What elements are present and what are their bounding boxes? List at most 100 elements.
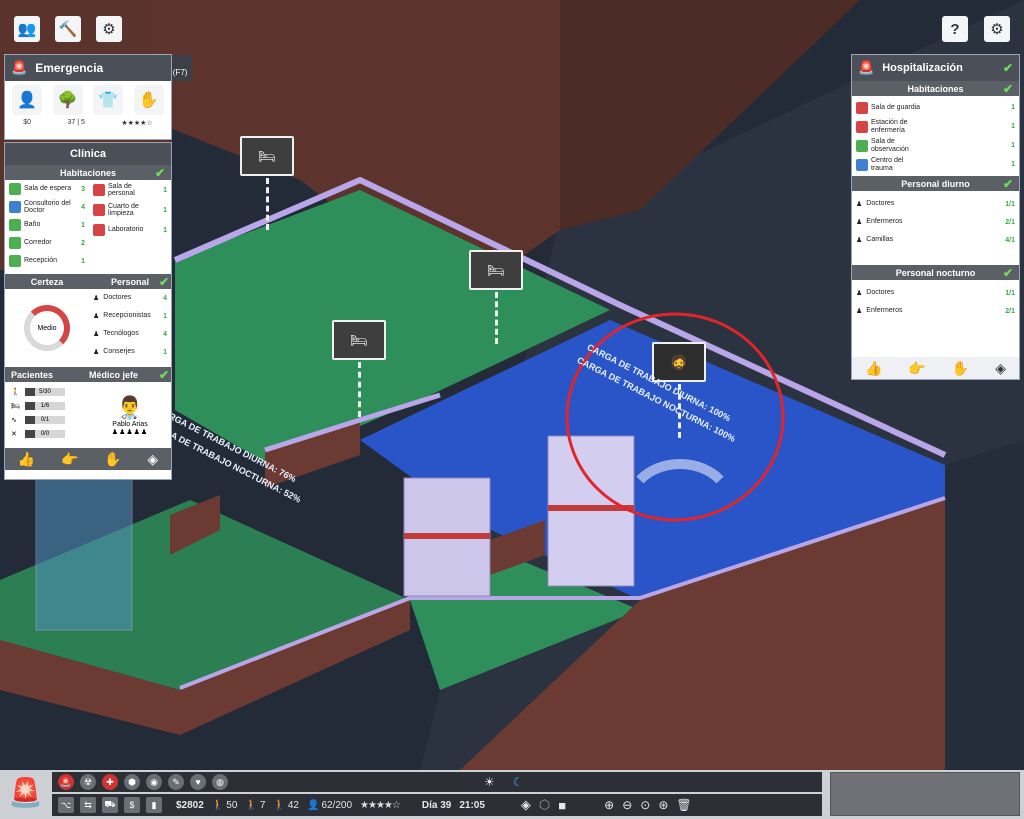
room-row[interactable]: Centro del trauma 1 <box>852 155 1019 174</box>
check-icon: ✔ <box>1002 176 1013 191</box>
minimap[interactable] <box>830 772 1020 816</box>
patient-stat-row: ✕ 0/0 <box>5 427 89 441</box>
settings-gear-icon[interactable]: ⚙ <box>984 16 1010 42</box>
room-row[interactable]: Recepción 1 <box>5 252 89 270</box>
finance-icon[interactable]: $ <box>124 797 140 813</box>
first-aid-icon[interactable]: ✚ <box>102 774 118 790</box>
day-staff-header: Personal diurno ✔ <box>852 176 1019 191</box>
item-label: Laboratorio <box>108 226 144 234</box>
item-label: Sala de observación <box>871 138 909 153</box>
item-label: Conserjes <box>103 348 135 356</box>
room-row[interactable]: Sala de personal 1 <box>89 180 171 200</box>
remove-layer-icon[interactable]: ◈ <box>147 451 158 468</box>
patient-bar: 0/0 <box>25 430 65 438</box>
zoom-in-icon[interactable]: ⊕ <box>604 798 614 812</box>
radiation-icon[interactable]: ☢ <box>80 774 96 790</box>
staff-row[interactable]: ♟ Camillas 4/1 <box>852 231 1019 249</box>
zoom-fit-icon[interactable]: ⊛ <box>658 798 668 812</box>
staff-row[interactable]: ♟ Doctores 1/1 <box>852 195 1019 213</box>
floor-layer-icon[interactable]: ◈ <box>521 797 531 813</box>
patient-transfer-icon[interactable]: ⇆ <box>80 797 96 813</box>
full-view-icon[interactable]: ■ <box>558 798 566 813</box>
uniform-icon[interactable]: 👕 <box>93 85 124 115</box>
item-count: 2 <box>81 239 85 247</box>
org-chart-icon[interactable]: ⌥ <box>58 797 74 813</box>
item-count: 1 <box>1011 123 1015 130</box>
room-row[interactable]: Corredor 2 <box>5 234 89 252</box>
help-icon[interactable]: ? <box>942 16 968 42</box>
globe-icon[interactable]: ◍ <box>212 774 228 790</box>
staff-management-icon[interactable]: 👥 <box>14 16 40 42</box>
point-icon[interactable]: 👉 <box>908 360 925 377</box>
chief-doctor-card[interactable]: 👨‍⚕️ Pablo Arias ♟♟♟♟♟ <box>89 382 171 448</box>
syringe-icon[interactable]: ✎ <box>168 774 184 790</box>
staff-row[interactable]: ♟ Enfermeros 2/1 <box>852 302 1019 320</box>
zoom-reset-icon[interactable]: ⊙ <box>640 798 650 812</box>
thumbs-up-icon[interactable]: 👍 <box>18 451 35 468</box>
hand-stop-icon[interactable]: ✋ <box>133 85 164 115</box>
staff-row[interactable]: ♟ Doctores 1/1 <box>852 284 1019 302</box>
room-row[interactable]: Sala de espera 3 <box>5 180 89 198</box>
staff-row[interactable]: ♟ Tecnólogos 4 <box>89 325 171 343</box>
staff-row[interactable]: ♟ Enfermeros 2/1 <box>852 213 1019 231</box>
check-icon: ✔ <box>1002 61 1013 75</box>
build-hammer-icon[interactable]: 🔨 <box>55 16 81 42</box>
day-sun-icon[interactable]: ☀ <box>484 775 495 789</box>
stop-hand-icon[interactable]: ✋ <box>952 360 969 377</box>
room-row[interactable]: Laboratorio 1 <box>89 220 171 240</box>
emergency-dept-icon[interactable]: 🚨 <box>58 774 74 790</box>
hosp-rooms-list: Sala de guardia 1 Estación de enfermería 1 S… <box>852 96 1019 174</box>
patient-bar-fill <box>25 388 35 396</box>
hospitalization-panel: 🚨 Hospitalización ✔ Habitaciones ✔ Sala … <box>851 54 1020 380</box>
remove-layer-icon[interactable]: ◈ <box>995 360 1006 377</box>
check-icon: ✔ <box>158 274 169 289</box>
room-row[interactable]: Sala de observación 1 <box>852 136 1019 155</box>
tree-decor-icon[interactable]: 🌳 <box>52 85 83 115</box>
staff-row[interactable]: ♟ Conserjes 1 <box>89 343 171 361</box>
room-row[interactable]: Cuarto de limpieza 1 <box>89 200 171 220</box>
heart-icon[interactable]: ♥ <box>190 774 206 790</box>
item-label: Sala de espera <box>24 185 72 193</box>
room-type-icon <box>9 237 21 249</box>
statistics-icon[interactable]: ▮ <box>146 797 162 813</box>
room-row[interactable]: Consultorio del Doctor 4 <box>5 198 89 216</box>
room-row[interactable]: Sala de guardia 1 <box>852 98 1019 117</box>
item-label: Tecnólogos <box>103 330 139 338</box>
brain-icon[interactable]: ◉ <box>146 774 162 790</box>
point-icon[interactable]: 👉 <box>61 451 78 468</box>
trash-icon[interactable]: 🗑 <box>676 798 691 812</box>
bed-icon: 🛏 <box>11 403 20 410</box>
staff-icon: ♟ <box>93 313 100 320</box>
staff-row[interactable]: ♟ Recepcionistas 1 <box>89 307 171 325</box>
staff-row[interactable]: ♟ Doctores 4 <box>89 289 171 307</box>
stat-b-value: 7 <box>259 799 266 811</box>
bed-marker-icon[interactable]: 🛏 <box>240 136 294 176</box>
clinic-title: Clínica <box>69 148 107 160</box>
clinic-header: Clínica <box>5 143 171 165</box>
admin-gears-icon[interactable]: ⚙ <box>96 16 122 42</box>
bed-marker-icon[interactable]: 🛏 <box>332 320 386 360</box>
stop-hand-icon[interactable]: ✋ <box>104 451 121 468</box>
walls-layer-icon[interactable]: ⬡ <box>539 797 550 813</box>
item-count: 4 <box>163 330 167 338</box>
item-count: 2/1 <box>1005 307 1015 315</box>
room-row[interactable]: Estación de enfermería 1 <box>852 117 1019 136</box>
item-label: Sala de personal <box>108 182 135 197</box>
lungs-icon[interactable]: ⬢ <box>124 774 140 790</box>
walking-red-icon: 🚶 <box>245 799 258 811</box>
item-label: Camillas <box>866 236 894 244</box>
ambulance-icon[interactable]: ⛟ <box>102 797 118 813</box>
room-row[interactable]: Baño 1 <box>5 216 89 234</box>
day-counter: Día 39 <box>421 799 452 811</box>
patient-bar-fill <box>25 402 35 410</box>
night-moon-icon[interactable]: ☾ <box>513 775 524 789</box>
doctor-marker-icon[interactable]: 🧔 <box>652 342 706 382</box>
thumbs-up-icon[interactable]: 👍 <box>865 360 882 377</box>
emergency-siren-icon[interactable]: 🚨 <box>8 776 43 809</box>
zoom-out-icon[interactable]: ⊖ <box>622 798 632 812</box>
add-doctor-icon[interactable]: 👤 <box>12 85 43 115</box>
bed-marker-icon[interactable]: 🛏 <box>469 250 523 290</box>
capacity-stat: 👤 62/200 <box>307 800 352 811</box>
room-type-icon <box>856 139 868 152</box>
person-icon: 👤 <box>306 799 320 811</box>
